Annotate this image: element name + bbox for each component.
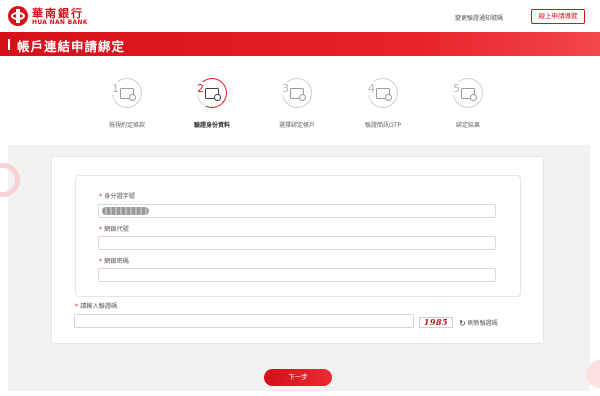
bank-logo-english: HUA NAN BANK — [32, 19, 88, 26]
step-number: 2 — [196, 82, 205, 95]
refresh-captcha-button[interactable]: ↻ 刷新驗證碼 — [459, 318, 498, 328]
step-label: 檢視約定條款 — [108, 122, 145, 129]
bind-account-icon — [290, 88, 306, 101]
captcha-input[interactable] — [74, 314, 414, 328]
step-label: 選擇綁定帳戶 — [278, 122, 315, 129]
bank-logo-icon — [8, 6, 28, 26]
step-4: 4 驗證簡訊OTP — [343, 78, 423, 129]
header: 華南銀行 HUA NAN BANK 變更驗證通知號碼 線上申請導覽 — [0, 0, 600, 32]
step-1: 1 檢視約定條款 — [87, 78, 167, 129]
password-label: * 網銀密碼 — [99, 258, 129, 265]
title-accent-bar — [8, 39, 10, 50]
page-title-bar: 帳戶連結申請綁定 — [0, 32, 600, 56]
id-number-input[interactable] — [98, 204, 496, 218]
captcha-label: * 請輸入驗證碼 — [75, 303, 118, 310]
step-5: 5 綁定結果 — [428, 78, 508, 129]
id-number-label: * 身分證字號 — [99, 193, 136, 200]
page-title: 帳戶連結申請綁定 — [17, 39, 126, 54]
terms-document-icon — [120, 88, 136, 101]
step-number: 4 — [367, 82, 376, 95]
password-input[interactable] — [98, 268, 496, 282]
step-number: 1 — [111, 82, 120, 95]
masked-id-value — [102, 207, 149, 215]
step-3: 3 選擇綁定帳戶 — [257, 78, 337, 129]
step-number: 3 — [281, 82, 290, 95]
captcha-image: 1985 — [419, 317, 453, 328]
next-step-button[interactable]: 下一步 — [264, 369, 332, 386]
user-code-label: * 網銀代號 — [99, 226, 129, 233]
step-label: 驗證身份資料 — [193, 122, 230, 129]
step-label: 驗證簡訊OTP — [364, 122, 401, 129]
refresh-icon: ↻ — [459, 319, 466, 328]
step-label: 綁定結果 — [455, 122, 480, 129]
otp-verify-icon — [376, 88, 392, 101]
online-apply-guide-button[interactable]: 線上申請導覽 — [531, 9, 585, 24]
step-number: 5 — [452, 82, 461, 95]
change-otp-number-link[interactable]: 變更驗證通知號碼 — [455, 13, 503, 22]
user-code-input[interactable] — [98, 236, 496, 250]
identity-verify-icon — [205, 88, 221, 101]
step-2: 2 驗證身份資料 — [172, 73, 252, 129]
result-document-icon — [461, 88, 477, 101]
